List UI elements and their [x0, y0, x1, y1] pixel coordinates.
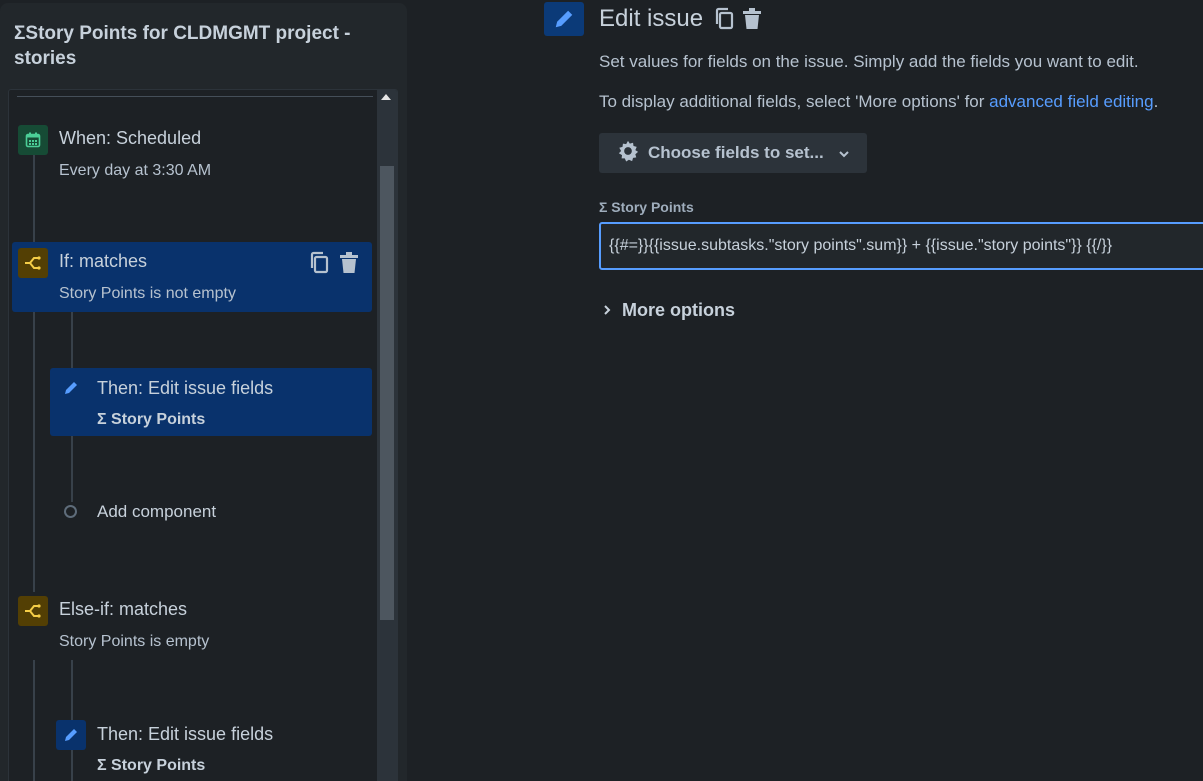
divider	[17, 96, 373, 97]
branch-icon	[18, 248, 48, 278]
rule-flow: When: Scheduled Every day at 3:30 AM If:…	[8, 89, 398, 781]
hint-text: To display additional fields, select 'Mo…	[599, 92, 990, 111]
page-title: Edit issue	[599, 5, 704, 32]
component-title: Add component	[97, 502, 217, 521]
trash-icon[interactable]	[742, 7, 762, 36]
scroll-up-arrow-icon[interactable]	[381, 94, 391, 100]
pencil-icon	[544, 2, 584, 36]
chevron-right-icon	[603, 300, 611, 321]
calendar-icon	[18, 125, 48, 155]
more-options-toggle[interactable]: More options	[603, 300, 735, 321]
trash-icon[interactable]	[339, 251, 359, 280]
pencil-icon	[56, 373, 86, 403]
condition-else-if-matches[interactable]: Else-if: matches Story Points is empty	[12, 590, 372, 660]
scrollbar[interactable]	[377, 90, 397, 781]
action-edit-issue-fields[interactable]: Then: Edit issue fields Σ Story Points	[50, 368, 372, 436]
component-title: If: matches	[59, 251, 148, 271]
component-subtitle: Every day at 3:30 AM	[59, 162, 212, 179]
add-component[interactable]: Add component	[50, 494, 372, 528]
rule-title: ΣStory Points for CLDMGMT project - stor…	[14, 23, 351, 69]
pencil-icon	[56, 720, 86, 750]
chevron-down-icon	[838, 143, 850, 163]
more-options-label: More options	[622, 300, 735, 320]
action-edit-issue-fields[interactable]: Then: Edit issue fields Σ Story Points	[50, 714, 372, 781]
component-subtitle: Σ Story Points	[97, 757, 206, 774]
choose-fields-label: Choose fields to set...	[648, 143, 824, 162]
add-component-dot-icon	[64, 505, 77, 518]
component-title: Then: Edit issue fields	[97, 378, 274, 398]
trigger-scheduled[interactable]: When: Scheduled Every day at 3:30 AM	[12, 116, 372, 182]
choose-fields-button[interactable]: Choose fields to set...	[599, 133, 867, 173]
branch-icon	[18, 596, 48, 626]
copy-icon[interactable]	[309, 251, 331, 280]
connector-line	[33, 660, 35, 781]
component-title: Then: Edit issue fields	[97, 724, 274, 744]
gear-icon	[617, 140, 639, 167]
component-title: When: Scheduled	[59, 128, 202, 148]
connector-line	[33, 312, 35, 592]
component-subtitle: Σ Story Points	[97, 411, 206, 428]
component-subtitle: Story Points is empty	[59, 633, 210, 650]
component-title: Else-if: matches	[59, 599, 188, 619]
advanced-field-editing-link[interactable]: advanced field editing	[989, 92, 1153, 111]
copy-icon[interactable]	[714, 7, 736, 36]
story-points-input[interactable]	[599, 222, 1203, 270]
rule-panel: ΣStory Points for CLDMGMT project - stor…	[0, 3, 407, 781]
editor-description: Set values for fields on the issue. Simp…	[599, 52, 1139, 71]
condition-if-matches[interactable]: If: matches Story Points is not empty	[12, 242, 372, 312]
scroll-thumb[interactable]	[380, 166, 394, 620]
component-subtitle: Story Points is not empty	[59, 285, 236, 302]
editor-hint: To display additional fields, select 'Mo…	[599, 92, 1158, 112]
hint-suffix: .	[1153, 92, 1159, 111]
story-points-field-label: Σ Story Points	[599, 199, 694, 215]
